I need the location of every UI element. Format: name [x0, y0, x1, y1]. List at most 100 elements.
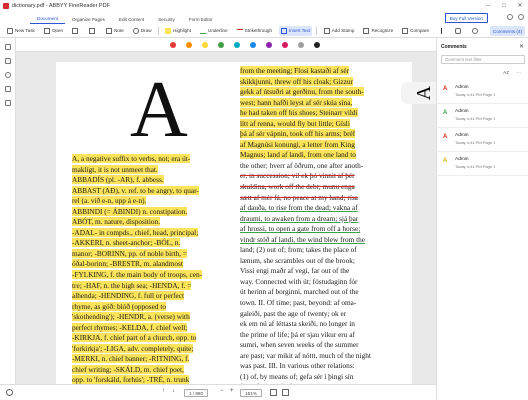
more-options-icon[interactable]: ⋯ [516, 70, 521, 76]
comment-item[interactable]: A Admin Today 4:44 PM Page 1 [437, 106, 528, 128]
right-text-column[interactable]: from the meeting; Flosi kastaði af sér sk… [240, 66, 371, 384]
tab-document[interactable]: Document [30, 12, 65, 24]
minimize-icon[interactable]: – [480, 0, 496, 12]
fit-width-icon[interactable] [282, 389, 289, 396]
text-line: opp. to 'forskáld, forhús'; -TRÉ, n. tru… [72, 375, 190, 384]
highlight-button[interactable]: Highlight [163, 26, 193, 36]
zoom-out-icon[interactable]: − [220, 388, 224, 394]
pdf-page[interactable]: A A, a negative suffix to verbs, not; er… [56, 62, 412, 384]
color-swatch[interactable] [170, 42, 176, 48]
document-viewport[interactable]: A A, a negative suffix to verbs, not; er… [16, 52, 436, 384]
underline-button[interactable]: Underline [198, 26, 230, 36]
pages-icon[interactable] [5, 44, 11, 50]
header-icons [507, 14, 524, 20]
open-button[interactable]: Open [42, 26, 65, 36]
color-swatch[interactable] [282, 42, 288, 48]
text-line: Vissi engi maðr af vegi, far out of the [240, 266, 350, 276]
next-page-icon[interactable]: ↓ [172, 388, 175, 394]
add-stamp-button[interactable]: Add Stamp [322, 26, 357, 36]
comment-item[interactable]: A Admin Today 4:44 PM Page 1 [437, 82, 528, 104]
buy-full-version-button[interactable]: Buy Full Version [444, 13, 488, 23]
text-line: maklígt, it is not unmeet that. [72, 164, 158, 174]
text-line: are past; var mikit af nóttt, much of th… [240, 350, 371, 360]
close-icon[interactable]: ✕ [512, 0, 528, 12]
note-icon [106, 27, 113, 34]
signatures-icon[interactable] [5, 100, 11, 106]
status-bar: ↑ ↓ 1 / 880 − + 151% [0, 384, 436, 400]
page-number-field[interactable]: 1 / 880 [184, 389, 208, 397]
compare-label: Compare [410, 28, 430, 33]
color-swatch[interactable] [202, 42, 208, 48]
tab-edit-content[interactable]: Edit Content [112, 12, 151, 24]
account-icon[interactable] [518, 14, 524, 20]
text-line: af hrossi, to open a gate from off a hor… [240, 224, 361, 234]
text-line: town. II. Of time; past, beyond: af oma- [240, 298, 357, 308]
prev-page-icon[interactable]: ↑ [162, 388, 165, 394]
strikethrough-button[interactable]: Strikethrough [235, 26, 274, 36]
comment-date: Today 4:44 PM Page 1 [455, 140, 496, 145]
comment-date: Today 4:44 PM Page 1 [455, 92, 496, 97]
toolbar: New Task Open Note Draw Highlight Underl… [0, 24, 528, 38]
text-line: lítt af renna, would fly but little; Gís… [240, 118, 350, 128]
zoom-tool-button[interactable] [470, 26, 482, 36]
underline-label: Underline [208, 28, 228, 33]
text-line: the prime of life; þá er sjau vikur eru … [240, 329, 355, 339]
insert-text-button[interactable]: Insert Text [279, 25, 313, 36]
new-task-button[interactable]: New Task [5, 26, 37, 36]
cursor-icon [441, 27, 444, 34]
text-line: alhenda; -HENDING, f. full or perfect [72, 291, 185, 301]
help-icon[interactable] [507, 14, 513, 20]
select-tool-button[interactable] [439, 26, 448, 36]
color-swatch[interactable] [298, 42, 304, 48]
note-button[interactable]: Note [104, 26, 126, 36]
draw-button[interactable]: Draw [131, 26, 154, 36]
color-swatch[interactable] [314, 42, 320, 48]
text-line: lænum, she scrambles out of the brook; [240, 255, 355, 265]
text-line: (1) of, by means of; gefa sér í þingi sí… [240, 371, 354, 381]
comment-filter-input[interactable]: Comment text filter [441, 55, 525, 64]
save-button[interactable] [87, 26, 99, 36]
comment-sort-row: AZ ⋯ [441, 70, 525, 78]
color-swatch[interactable] [266, 42, 272, 48]
compare-button[interactable]: Compare [400, 26, 431, 36]
fit-page-icon[interactable] [270, 389, 277, 396]
print-button[interactable] [70, 26, 82, 36]
hand-tool-button[interactable] [453, 26, 465, 36]
color-swatch[interactable] [250, 42, 256, 48]
annotation-type-icon: A [443, 110, 448, 116]
sort-button[interactable]: AZ [503, 70, 509, 75]
color-swatch[interactable] [218, 42, 224, 48]
text-line: út herinn af borginni, marched out of th… [240, 287, 359, 297]
comment-item[interactable]: A Admin Today 4:44 PM Page 1 [437, 130, 528, 152]
comment-item[interactable]: A Admin Today 4:44 PM Page 1 [437, 154, 528, 176]
search-icon[interactable] [6, 389, 13, 396]
hand-icon [455, 27, 462, 34]
color-swatch[interactable] [234, 42, 240, 48]
text-line: -AKKERI, n. sheet-anchor; -BÓL, n. [72, 238, 181, 248]
text-line: perfect rhymes; -KELDA, f. chief well; [72, 322, 188, 332]
underline-icon [200, 28, 206, 34]
tab-security[interactable]: Security [151, 12, 182, 24]
maximize-icon[interactable]: □ [496, 0, 512, 12]
tab-form-editor[interactable]: Form Editor [182, 12, 220, 24]
search-icon[interactable] [5, 72, 11, 78]
text-line: galeiði, past the age of twenty; ok er [240, 308, 347, 318]
bookmarks-icon[interactable] [5, 58, 11, 64]
tab-organize-pages[interactable]: Organize Pages [65, 12, 112, 24]
zoom-in-icon[interactable]: + [230, 388, 234, 394]
comment-author: Admin [455, 157, 469, 162]
attachments-icon[interactable] [5, 86, 11, 92]
text-line: af dauða, to rise from the dead; vakna a… [240, 203, 358, 213]
toolbar-divider [316, 26, 317, 35]
recognize-label: Recognize [371, 28, 394, 33]
left-text-column[interactable]: A, a negative suffix to verbs, not; era … [72, 154, 203, 384]
text-line: tre; -HAF, n. the high sea; -HENDA, f. = [72, 280, 192, 290]
recognize-button[interactable]: Recognize [361, 26, 395, 36]
text-line: sætt af mér fá, no peace at my hand; rís… [240, 192, 358, 202]
text-line: þá af sér vápnin, took off his arms; bré… [240, 129, 356, 139]
zoom-level-field[interactable]: 151% [240, 389, 262, 397]
compare-icon [402, 27, 409, 34]
comments-toggle-button[interactable]: Comments (4) [489, 26, 525, 36]
close-panel-icon[interactable]: ✕ [519, 43, 524, 50]
color-swatch[interactable] [186, 42, 192, 48]
